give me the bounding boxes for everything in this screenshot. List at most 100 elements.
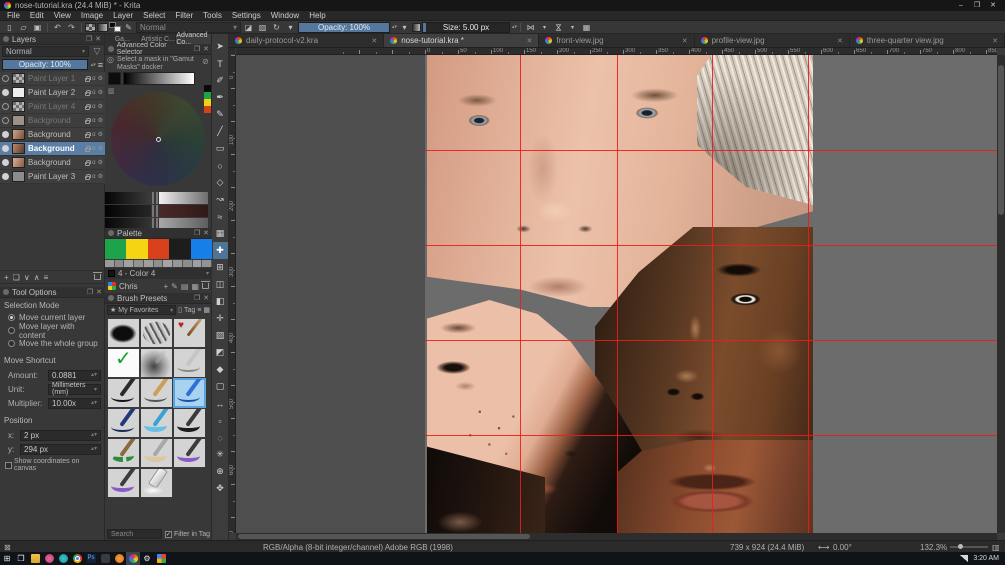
- radio-option[interactable]: Move the whole group: [8, 337, 103, 350]
- close-docker-icon[interactable]: ✕: [203, 294, 209, 302]
- document-tab[interactable]: front-view.jpg ✕: [539, 34, 695, 47]
- menu-item-image[interactable]: Image: [76, 11, 108, 21]
- vertical-scrollbar[interactable]: [997, 55, 1005, 533]
- menu-item-select[interactable]: Select: [138, 11, 170, 21]
- palette-color-swatch[interactable]: [105, 239, 127, 259]
- menu-item-edit[interactable]: Edit: [25, 11, 49, 21]
- multiplier-input[interactable]: 10.00x ▴▾: [48, 397, 101, 409]
- tool-freehand-brush[interactable]: ✎: [213, 106, 228, 123]
- visibility-toggle-icon[interactable]: [2, 159, 9, 166]
- tool-crop[interactable]: ◫: [213, 276, 228, 293]
- radio-button[interactable]: [8, 314, 15, 321]
- tool-measure[interactable]: ↔: [213, 395, 228, 412]
- tab-close-icon[interactable]: ✕: [682, 37, 688, 45]
- palette-gray-swatch[interactable]: [192, 260, 203, 267]
- tool-select-shapes[interactable]: ➤: [213, 38, 228, 55]
- tool-polygon[interactable]: ◇: [213, 174, 228, 191]
- taskbar-task-view[interactable]: ❒: [14, 552, 28, 565]
- layer-list-menu-icon[interactable]: ≡: [98, 60, 103, 70]
- tool-gradient[interactable]: ◧: [213, 293, 228, 310]
- tab-close-icon[interactable]: ✕: [371, 37, 377, 45]
- palette-gray-swatch[interactable]: [182, 260, 193, 267]
- palette-gray-swatch[interactable]: [163, 260, 174, 267]
- float-docker-icon[interactable]: ❐: [194, 45, 200, 53]
- taskbar-photoshop[interactable]: Ps: [84, 552, 98, 565]
- float-docker-icon[interactable]: ❐: [194, 294, 200, 302]
- brush-preset-marker-blue[interactable]: [140, 408, 173, 438]
- brush-settings-icon[interactable]: ✎: [122, 22, 135, 33]
- float-docker-icon[interactable]: ❐: [86, 35, 92, 43]
- tool-dynamic-brush[interactable]: ≈: [213, 208, 228, 225]
- save-palette-button[interactable]: ▤: [181, 282, 189, 291]
- palette-gray-swatch[interactable]: [153, 260, 164, 267]
- menu-item-window[interactable]: Window: [266, 11, 304, 21]
- palette-gray-swatch[interactable]: [143, 260, 154, 267]
- minimize-button[interactable]: –: [953, 0, 969, 11]
- brush-preset-airbrush[interactable]: [140, 348, 173, 378]
- preserve-alpha-icon[interactable]: ▨: [256, 22, 269, 33]
- amount-spinner[interactable]: ▴▾: [91, 372, 97, 378]
- tool-rectangle[interactable]: ▭: [213, 140, 228, 157]
- multiplier-spinner[interactable]: ▴▾: [91, 400, 97, 406]
- gamut-mask-icon[interactable]: ◎: [107, 56, 114, 72]
- strip-handle[interactable]: [156, 192, 158, 204]
- brush-preset-brush-dark[interactable]: [173, 408, 206, 438]
- layer-row[interactable]: Paint Layer 3 α ⚙: [0, 170, 105, 184]
- float-docker-icon[interactable]: ❐: [87, 288, 93, 296]
- taskbar-media-app[interactable]: [56, 552, 70, 565]
- tool-ellipse[interactable]: ○: [213, 157, 228, 174]
- menu-item-layer[interactable]: Layer: [108, 11, 138, 21]
- tool-ellipse-select[interactable]: ◌: [213, 429, 228, 446]
- brush-preset-brush-green[interactable]: [107, 438, 140, 468]
- chevron-down-icon[interactable]: ▾: [284, 22, 297, 33]
- tool-enclose-fill[interactable]: ▢: [213, 378, 228, 395]
- tool-line[interactable]: ╱: [213, 123, 228, 140]
- shade-strip[interactable]: [159, 192, 208, 204]
- tool-pan[interactable]: ✥: [213, 480, 228, 497]
- palette-gray-swatch[interactable]: [173, 260, 183, 267]
- palette-gray-swatch[interactable]: [202, 260, 213, 267]
- value-gradient-bar[interactable]: [123, 72, 195, 85]
- opacity-spinner[interactable]: ▴▾: [392, 25, 397, 30]
- unit-dropdown[interactable]: Millimeters (mm) ▾: [48, 382, 101, 396]
- gradient-button[interactable]: [97, 22, 108, 32]
- pattern-button[interactable]: [85, 22, 96, 32]
- layer-row[interactable]: Background α ⚙: [0, 142, 105, 156]
- chevron-down-icon[interactable]: ▾: [538, 22, 551, 33]
- clear-mask-icon[interactable]: ⊘: [202, 57, 209, 66]
- clock[interactable]: 3:20 AM: [973, 555, 999, 562]
- tool-smart-patch[interactable]: ◩: [213, 344, 228, 361]
- favorites-dropdown[interactable]: ★ My Favorites ▾: [107, 305, 177, 315]
- filter-in-tag-checkbox[interactable]: ✓: [164, 530, 172, 538]
- visibility-toggle-icon[interactable]: [2, 145, 9, 152]
- chevron-down-icon[interactable]: ▾: [398, 22, 411, 33]
- brush-preset-checkmark[interactable]: [107, 348, 140, 378]
- undo-icon[interactable]: ↶: [51, 22, 64, 33]
- tab-close-icon[interactable]: ✕: [992, 37, 998, 45]
- brush-preset-pen-black[interactable]: [107, 378, 140, 408]
- move-layer-up-button[interactable]: ∧: [34, 273, 40, 282]
- palette-selected-row[interactable]: 4 - Color 4 ▾: [105, 268, 212, 279]
- zoom-slider-knob[interactable]: [958, 544, 963, 549]
- close-docker-icon[interactable]: ✕: [95, 35, 101, 43]
- visibility-toggle-icon[interactable]: [2, 173, 9, 180]
- mirror-horizontal-icon[interactable]: ⋈: [524, 22, 537, 33]
- filter-layers-icon[interactable]: ▽: [91, 46, 103, 57]
- close-button[interactable]: ✕: [985, 0, 1001, 11]
- redo-icon[interactable]: ↷: [65, 22, 78, 33]
- tool-similar-select[interactable]: ✳: [213, 446, 228, 463]
- amount-input[interactable]: 0.0881 ▴▾: [48, 369, 101, 381]
- grid-view-icon[interactable]: ▦: [203, 306, 210, 314]
- tab-close-icon[interactable]: ✕: [527, 37, 533, 45]
- layer-row[interactable]: Background α ⚙: [0, 114, 105, 128]
- palette-color-swatch[interactable]: [147, 239, 170, 259]
- tool-rect-select[interactable]: ▫: [213, 412, 228, 429]
- taskbar-chrome[interactable]: [70, 552, 84, 565]
- layer-row[interactable]: Background α ⚙: [0, 156, 105, 170]
- vertical-scrollbar-thumb[interactable]: [998, 65, 1004, 215]
- close-docker-icon[interactable]: ✕: [203, 229, 209, 237]
- strip-handle[interactable]: [156, 205, 158, 217]
- layer-opacity-spinner[interactable]: ▴▾: [91, 62, 96, 67]
- radio-button[interactable]: [8, 340, 15, 347]
- tool-transform[interactable]: ⊞: [213, 259, 228, 276]
